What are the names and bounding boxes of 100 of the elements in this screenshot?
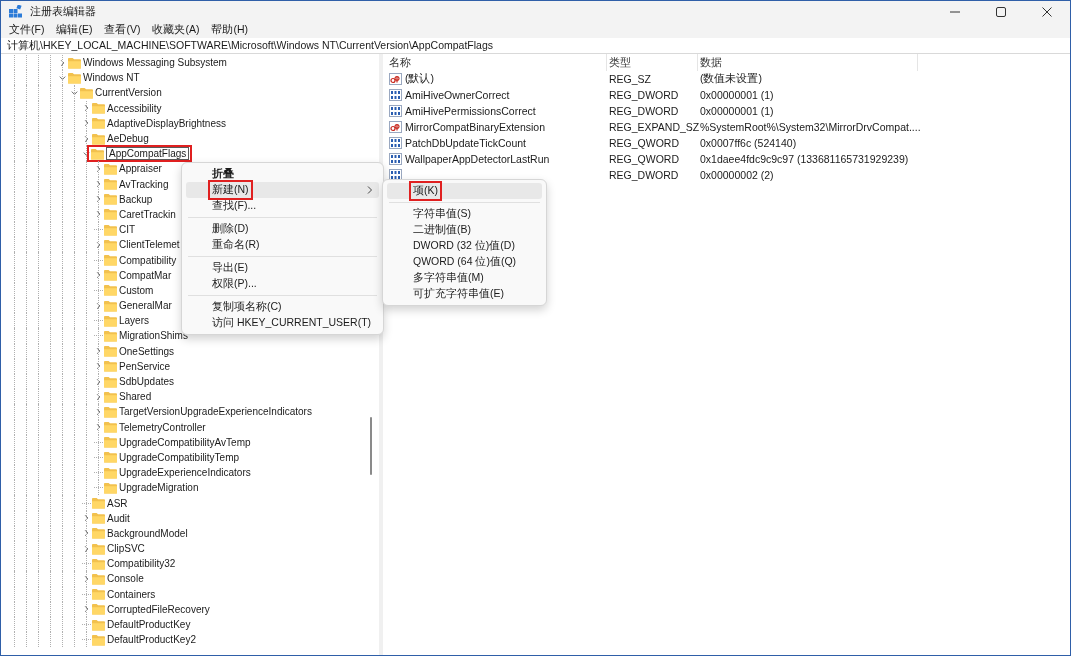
tree-item-label[interactable]: PenService [119, 360, 171, 372]
tree-item-label[interactable]: Custom [119, 284, 154, 296]
tree-item-label[interactable]: UpgradeExperienceIndicators [119, 467, 251, 479]
menu-item[interactable]: 项(K) [387, 183, 542, 199]
chevron-right-icon[interactable] [82, 133, 91, 144]
tree-item-label[interactable]: Layers [119, 315, 149, 327]
tree-item-label[interactable]: Appraiser [119, 163, 162, 175]
chevron-right-icon[interactable] [82, 513, 91, 524]
menu-item[interactable]: QWORD (64 位)值(Q) [387, 254, 542, 270]
chevron-right-icon[interactable] [94, 179, 103, 190]
menu-item[interactable]: 可扩充字符串值(E) [387, 286, 542, 302]
chevron-right-icon[interactable] [82, 103, 91, 114]
tree-item-label[interactable]: AvTracking [119, 178, 169, 190]
tree-item-label[interactable]: DefaultProductKey2 [107, 634, 196, 646]
chevron-right-icon[interactable] [82, 543, 91, 554]
tree-item-label[interactable]: Backup [119, 193, 153, 205]
menu-item[interactable]: 二进制值(B) [387, 222, 542, 238]
tree-item-label[interactable]: CompatMar [119, 269, 172, 281]
tree-item-label[interactable]: TargetVersionUpgradeExperienceIndicators [119, 406, 312, 418]
selected-tree-item[interactable]: AppCompatFlags [89, 147, 191, 161]
tree-item-label[interactable]: BackgroundModel [107, 527, 188, 539]
menu-item[interactable]: 重命名(R) [186, 237, 379, 253]
chevron-right-icon[interactable] [82, 604, 91, 615]
tree-item-label[interactable]: OneSettings [119, 345, 175, 357]
chevron-right-icon[interactable] [82, 573, 91, 584]
tree-item-label[interactable]: DefaultProductKey [107, 619, 191, 631]
value-name[interactable]: (默认) [405, 72, 434, 86]
tree-item-label[interactable]: Windows NT [83, 72, 140, 84]
chevron-right-icon[interactable] [94, 361, 103, 372]
folder-icon [104, 451, 117, 464]
chevron-right-icon[interactable] [94, 422, 103, 433]
value-name[interactable]: WallpaperAppDetectorLastRun [405, 153, 550, 165]
tree-item-label[interactable]: ClipSVC [107, 543, 145, 555]
scrollbar-thumb[interactable] [370, 417, 372, 475]
chevron-right-icon[interactable] [94, 300, 103, 311]
value-name[interactable]: AmiHiveOwnerCorrect [405, 89, 510, 101]
tree-item-label[interactable]: Compatibility [119, 254, 177, 266]
menu-bar-item[interactable]: 编辑(E) [56, 23, 93, 37]
tree-item-label[interactable]: CurrentVersion [95, 87, 162, 99]
column-header[interactable]: 名称 [387, 54, 607, 71]
chevron-right-icon[interactable] [94, 391, 103, 402]
chevron-right-icon[interactable] [94, 194, 103, 205]
menu-item[interactable]: 字符串值(S) [387, 206, 542, 222]
menu-bar-item[interactable]: 帮助(H) [211, 23, 248, 37]
value-name[interactable]: AmiHivePermissionsCorrect [405, 105, 536, 117]
tree-item-label[interactable]: AppCompatFlags [106, 147, 190, 161]
tree-item-label[interactable]: AdaptiveDisplayBrightness [107, 117, 226, 129]
tree-item-label[interactable]: CorruptedFileRecovery [107, 603, 210, 615]
menu-bar-item[interactable]: 收藏夹(A) [152, 23, 200, 37]
tree-item-label[interactable]: Compatibility32 [107, 558, 176, 570]
folder-icon [104, 269, 117, 282]
menu-item[interactable]: 多字符串值(M) [387, 270, 542, 286]
menu-item[interactable]: 权限(P)... [186, 276, 379, 292]
tree-item-label[interactable]: CaretTrackin [119, 208, 176, 220]
tree-item-label[interactable]: AeDebug [107, 133, 149, 145]
tree-item-label[interactable]: UpgradeMigration [119, 482, 199, 494]
menu-item[interactable]: 访问 HKEY_CURRENT_USER(T) [186, 315, 379, 331]
chevron-right-icon[interactable] [94, 270, 103, 281]
tree-item-label[interactable]: Accessibility [107, 102, 162, 114]
column-header[interactable]: 类型 [607, 54, 698, 71]
chevron-right-icon[interactable] [94, 376, 103, 387]
maximize-icon[interactable] [994, 4, 1008, 19]
tree-item-label[interactable]: Console [107, 573, 144, 585]
value-name[interactable]: PatchDbUpdateTickCount [405, 137, 526, 149]
tree-item-label[interactable]: TelemetryController [119, 421, 206, 433]
chevron-right-icon[interactable] [94, 209, 103, 220]
menu-item[interactable]: 新建(N) [186, 182, 379, 198]
menu-item[interactable]: 复制项名称(C) [186, 299, 379, 315]
tree-item-label[interactable]: Windows Messaging Subsystem [83, 57, 227, 69]
chevron-right-icon[interactable] [94, 239, 103, 250]
menu-item[interactable]: 查找(F)... [186, 198, 379, 214]
column-header[interactable]: 数据 [698, 54, 918, 71]
folder-icon [104, 421, 117, 434]
tree-item-label[interactable]: Shared [119, 391, 152, 403]
menu-item[interactable]: 删除(D) [186, 221, 379, 237]
menu-item[interactable]: 导出(E) [186, 260, 379, 276]
tree-item-label[interactable]: MigrationShims [119, 330, 188, 342]
chevron-right-icon[interactable] [94, 346, 103, 357]
menu-bar-item[interactable]: 文件(F) [9, 23, 45, 37]
tree-item-label[interactable]: ASR [107, 497, 128, 509]
chevron-right-icon[interactable] [94, 163, 103, 174]
menu-item[interactable]: 折叠 [186, 166, 379, 182]
menu-bar-item[interactable]: 查看(V) [104, 23, 141, 37]
chevron-right-icon[interactable] [82, 118, 91, 129]
chevron-right-icon[interactable] [58, 57, 67, 68]
tree-item-label[interactable]: UpgradeCompatibilityTemp [119, 451, 240, 463]
chevron-right-icon[interactable] [82, 528, 91, 539]
tree-item-label[interactable]: Audit [107, 512, 130, 524]
value-data: %SystemRoot%\System32\MirrorDrvCompat.... [700, 121, 921, 133]
tree-item-label[interactable]: GeneralMar [119, 300, 172, 312]
address-bar[interactable]: 计算机\HKEY_LOCAL_MACHINE\SOFTWARE\Microsoft\Windows NT\CurrentVersion\AppCompatFlags [7, 38, 493, 53]
tree-item-label[interactable]: UpgradeCompatibilityAvTemp [119, 436, 251, 448]
menu-item[interactable]: DWORD (32 位)值(D) [387, 238, 542, 254]
tree-item-label[interactable]: CIT [119, 224, 136, 236]
tree-item-label[interactable]: ClientTelemet [119, 239, 180, 251]
tree-item-label[interactable]: Containers [107, 588, 156, 600]
chevron-right-icon[interactable] [94, 406, 103, 417]
value-name[interactable]: MirrorCompatBinaryExtension [405, 121, 546, 133]
close-icon[interactable] [1040, 4, 1054, 19]
tree-item-label[interactable]: SdbUpdates [119, 376, 175, 388]
